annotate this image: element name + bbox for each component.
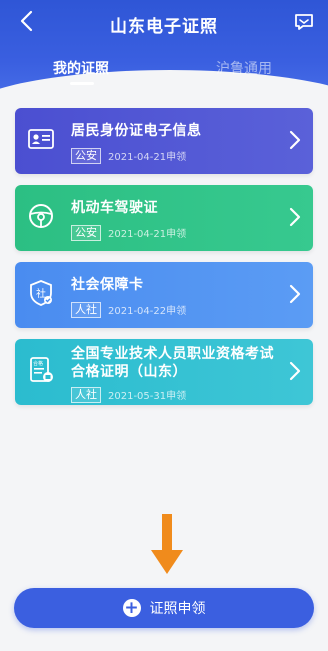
svg-text:社: 社 <box>36 287 46 300</box>
license-card-id[interactable]: 居民身份证电子信息 公安 2021-04-21申领 <box>15 108 313 174</box>
page-title: 山东电子证照 <box>110 17 218 37</box>
license-card-qualification[interactable]: 合格 全国专业技术人员职业资格考试合格证明（山东） 人社 2021-05-31申领 <box>15 339 313 405</box>
chevron-right-icon <box>289 361 301 381</box>
card-meta: 公安 2021-04-21申领 <box>71 145 187 164</box>
issuer-tag: 公安 <box>71 147 101 164</box>
header: 山东电子证照 <box>0 0 328 112</box>
card-meta: 人社 2021-04-22申领 <box>71 299 187 318</box>
issuer-tag: 公安 <box>71 224 101 241</box>
issuer-tag: 人社 <box>71 386 101 403</box>
chevron-right-icon <box>289 207 301 227</box>
apply-license-button[interactable]: + 证照申领 <box>14 588 314 628</box>
apply-date: 2021-05-31申领 <box>108 391 187 402</box>
card-title: 居民身份证电子信息 <box>71 123 202 139</box>
apply-button-label: 证照申领 <box>149 601 206 617</box>
card-title: 全国专业技术人员职业资格考试合格证明（山东） <box>71 346 274 380</box>
id-card-icon <box>27 125 55 153</box>
card-meta: 人社 2021-05-31申领 <box>71 384 187 403</box>
license-card-list: 居民身份证电子信息 公安 2021-04-21申领 机动车驾驶证 公安 2021-0… <box>15 108 313 416</box>
down-arrow-icon <box>151 514 183 576</box>
issuer-tag: 人社 <box>71 301 101 318</box>
steering-wheel-icon <box>27 202 55 230</box>
social-security-shield-icon: 社 <box>27 279 55 307</box>
apply-date: 2021-04-21申领 <box>108 229 187 240</box>
plus-circle-icon: + <box>122 598 141 618</box>
apply-date: 2021-04-21申领 <box>108 152 187 163</box>
apply-date: 2021-04-22申领 <box>108 306 187 317</box>
chat-message-icon[interactable] <box>294 13 314 31</box>
tab-my-licenses[interactable]: 我的证照 <box>53 58 109 78</box>
card-title: 机动车驾驶证 <box>71 200 158 216</box>
license-card-driver[interactable]: 机动车驾驶证 公安 2021-04-21申领 <box>15 185 313 251</box>
tab-bar: 我的证照 沪鲁通用 <box>0 58 328 88</box>
active-tab-underline <box>70 82 94 85</box>
chevron-right-icon <box>289 284 301 304</box>
certificate-icon: 合格 <box>27 356 55 384</box>
card-meta: 公安 2021-04-21申领 <box>71 222 187 241</box>
tab-shanghai-shandong[interactable]: 沪鲁通用 <box>216 58 272 78</box>
svg-text:合格: 合格 <box>33 360 43 367</box>
card-title: 社会保障卡 <box>71 277 144 293</box>
license-card-social-security[interactable]: 社 社会保障卡 人社 2021-04-22申领 <box>15 262 313 328</box>
chevron-right-icon <box>289 130 301 150</box>
